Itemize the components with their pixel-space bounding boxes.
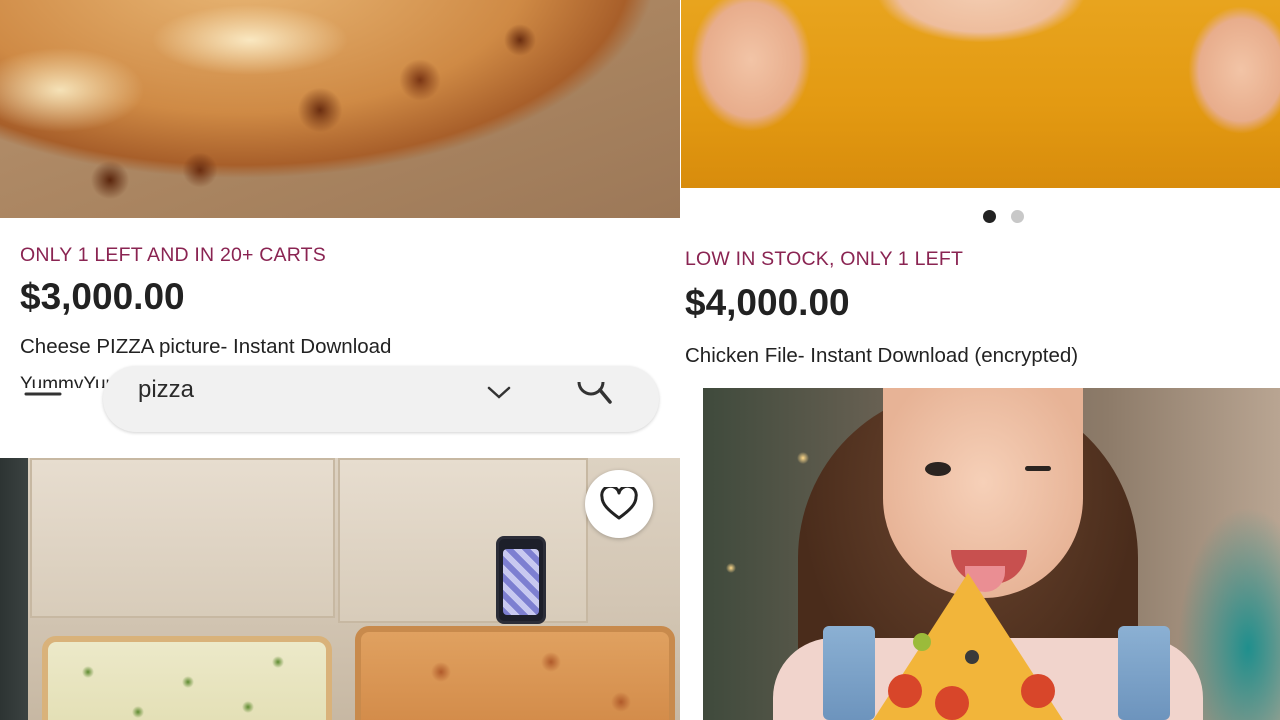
listing-card-chicken-file[interactable]: LOW IN STOCK, ONLY 1 LEFT $4,000.00 Chic… xyxy=(681,188,1280,388)
stock-note: ONLY 1 LEFT AND IN 20+ CARTS xyxy=(20,244,326,266)
overall-strap xyxy=(1118,626,1170,720)
winking-eye-shape xyxy=(1025,466,1051,471)
carousel-dot-active[interactable] xyxy=(983,210,996,223)
pizza-boxes-listing-photo[interactable] xyxy=(0,458,680,720)
listing-title[interactable]: Chicken File- Instant Download (encrypte… xyxy=(685,344,1078,368)
overall-strap xyxy=(823,626,875,720)
listing-card-cheese-pizza[interactable]: ONLY 1 LEFT AND IN 20+ CARTS $3,000.00 C… xyxy=(0,218,680,392)
search-input[interactable]: pizza xyxy=(138,376,194,404)
cheese-pizza-listing-photo[interactable] xyxy=(0,0,680,218)
stock-note: LOW IN STOCK, ONLY 1 LEFT xyxy=(685,248,964,270)
chicken-file-listing-photo[interactable] xyxy=(681,0,1280,188)
search-icon[interactable] xyxy=(575,376,613,410)
listing-price: $3,000.00 xyxy=(20,276,185,317)
pepperoni xyxy=(888,674,922,708)
phone-image xyxy=(496,536,546,624)
eye-shape xyxy=(925,462,951,476)
close-icon[interactable] xyxy=(486,380,512,406)
girl-eating-pizza-photo[interactable] xyxy=(703,388,1280,720)
pepperoni xyxy=(935,686,969,720)
heart-outline-icon xyxy=(600,487,638,520)
olive xyxy=(965,650,979,664)
pepperoni xyxy=(1021,674,1055,708)
cheese-pizza-image xyxy=(355,626,675,720)
pizza-box-lid xyxy=(338,458,588,623)
olive xyxy=(913,633,931,651)
green-pizza-image xyxy=(42,636,332,720)
pizza-box-lid xyxy=(30,458,335,618)
hamburger-menu-icon[interactable] xyxy=(24,390,62,398)
listing-price: $4,000.00 xyxy=(685,282,850,323)
carousel-dot[interactable] xyxy=(1011,210,1024,223)
listing-title[interactable]: Cheese PIZZA picture- Instant Download xyxy=(20,335,391,359)
favorite-button[interactable] xyxy=(585,470,653,538)
